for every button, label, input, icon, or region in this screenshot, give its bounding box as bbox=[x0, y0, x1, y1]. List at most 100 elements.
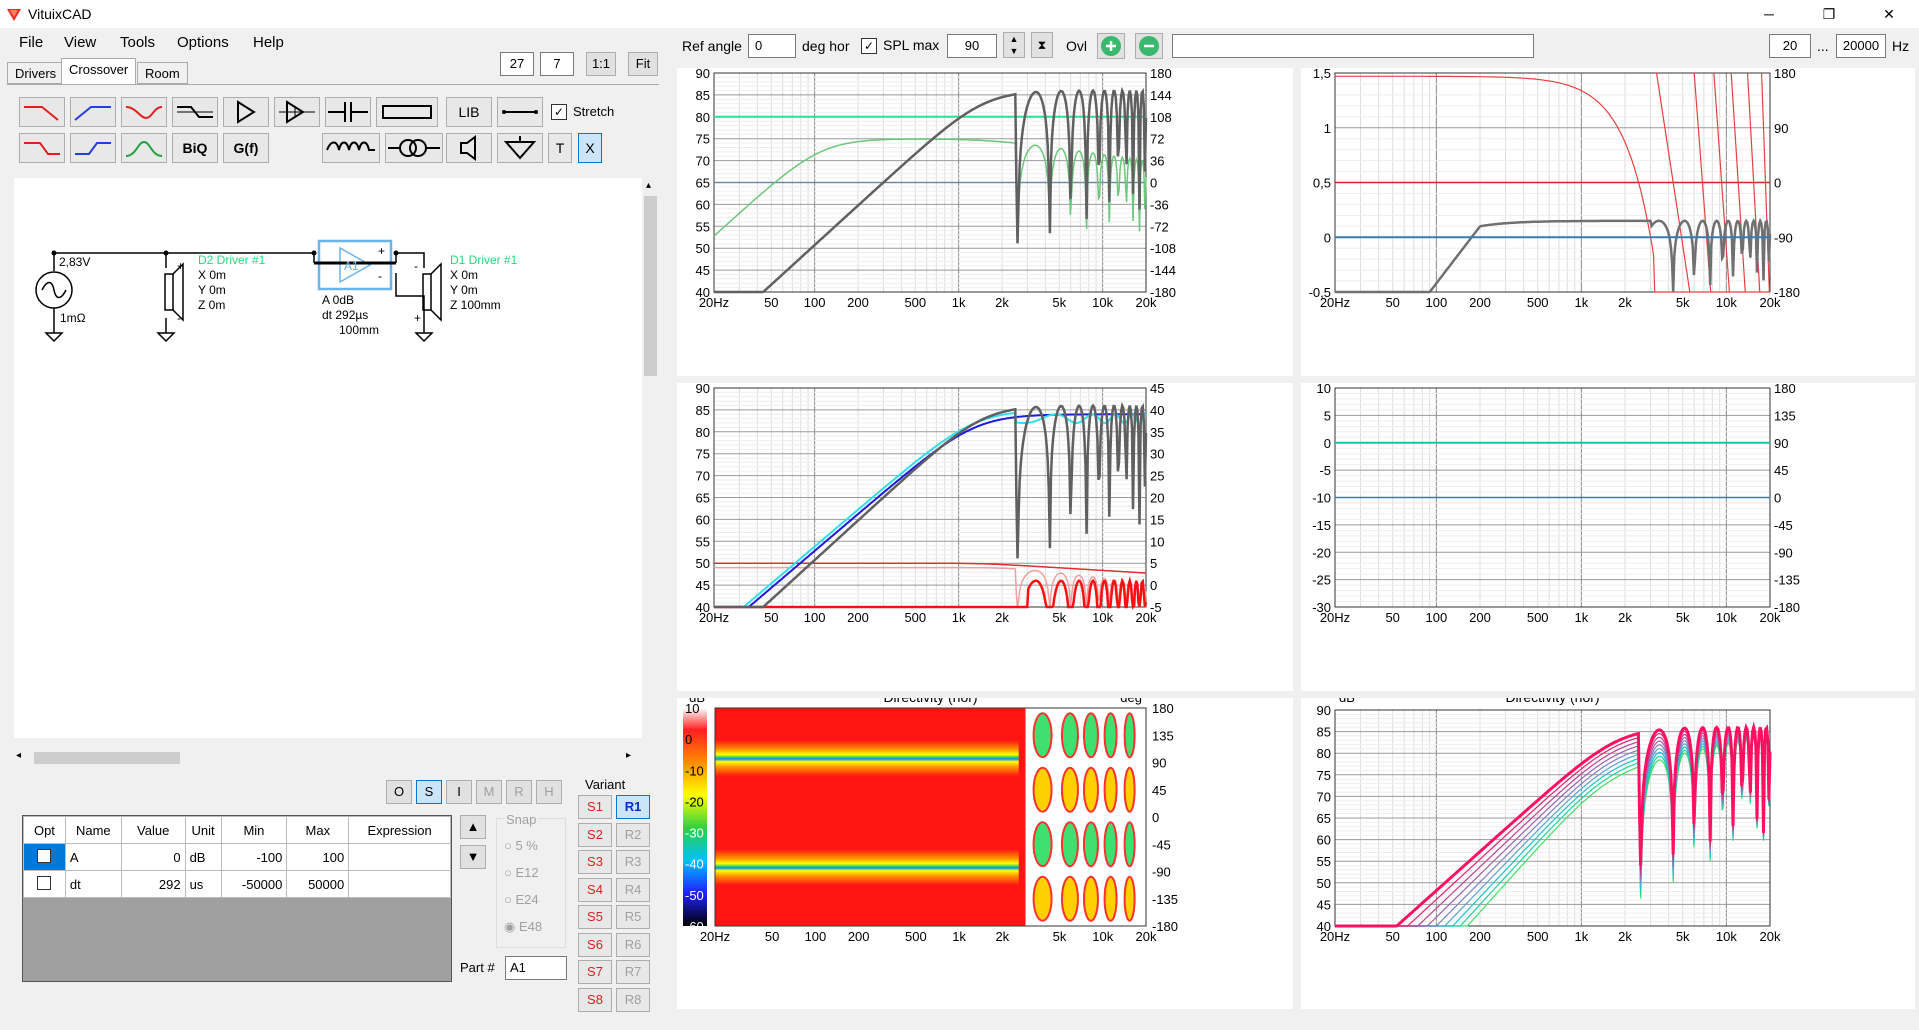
filter-graph[interactable]: FilterdBdeg1050-5-10-15-20-25-3018013590… bbox=[1301, 383, 1915, 691]
param-min[interactable]: -50000 bbox=[220, 870, 288, 898]
scroll-thumb[interactable] bbox=[644, 196, 657, 376]
library-button[interactable]: LIB bbox=[446, 97, 492, 127]
close-button[interactable]: ✕ bbox=[1866, 0, 1912, 28]
bandpass-tool-button[interactable] bbox=[121, 133, 167, 163]
shelf-tool-button[interactable] bbox=[172, 97, 218, 127]
menu-file[interactable]: File bbox=[19, 34, 43, 51]
add-overlay-button[interactable] bbox=[1097, 33, 1125, 59]
param-name[interactable]: A bbox=[64, 843, 122, 871]
part-input[interactable]: A1 bbox=[505, 956, 567, 980]
scroll-up-icon[interactable]: ▴ bbox=[646, 180, 651, 191]
param-max[interactable]: 100 bbox=[286, 843, 350, 871]
lowpass1-tool-button[interactable] bbox=[19, 97, 65, 127]
freq-max-input[interactable]: 20000 bbox=[1836, 34, 1886, 58]
tab-crossover[interactable]: Crossover bbox=[61, 58, 137, 84]
view-r-button[interactable]: R bbox=[506, 780, 532, 804]
view-h-button[interactable]: H bbox=[536, 780, 562, 804]
restore-button[interactable]: ❐ bbox=[1806, 0, 1852, 28]
freq-min-input[interactable]: 20 bbox=[1769, 34, 1811, 58]
directivity-map-graph[interactable]: 100-10-20-30-40-50-60Directivity (hor)dB… bbox=[677, 698, 1293, 1009]
resistor-tool-button[interactable] bbox=[376, 97, 438, 127]
amplifier-tool-button[interactable] bbox=[223, 97, 269, 127]
variant-r2-button[interactable]: R2 bbox=[616, 822, 650, 847]
tab-drivers[interactable]: Drivers bbox=[7, 62, 65, 84]
variant-s1-button[interactable]: S1 bbox=[578, 795, 612, 819]
snap-option-e48[interactable]: ◉ E48 bbox=[504, 919, 542, 935]
table-row[interactable]: dt 292 us -50000 50000 bbox=[23, 870, 451, 898]
biquad-button[interactable]: BiQ bbox=[172, 133, 218, 163]
schematic-canvas[interactable]: + - + - - + 2,83V 1mΩ D2 Driver #1 X 0m … bbox=[14, 178, 642, 738]
menu-options[interactable]: Options bbox=[177, 34, 229, 51]
snap-option-e12[interactable]: ○ E12 bbox=[504, 865, 539, 880]
variant-r8-button[interactable]: R8 bbox=[616, 987, 650, 1012]
scroll-left-icon[interactable]: ◂ bbox=[16, 750, 21, 761]
minimize-button[interactable]: ─ bbox=[1746, 0, 1792, 28]
stretch-checkbox[interactable]: ✓ bbox=[551, 104, 567, 120]
variant-r1-button[interactable]: R1 bbox=[616, 795, 650, 819]
highpass2-tool-button[interactable] bbox=[70, 133, 116, 163]
variant-s8-button[interactable]: S8 bbox=[578, 987, 612, 1012]
spl-fit-icon[interactable]: ⧗ bbox=[1031, 32, 1053, 58]
schematic-horizontal-scrollbar[interactable]: ◂ ▸ bbox=[14, 748, 642, 766]
param-expression[interactable] bbox=[348, 843, 451, 871]
table-row[interactable]: A 0 dB -100 100 bbox=[23, 843, 451, 871]
view-s-button[interactable]: S bbox=[416, 780, 442, 804]
menu-tools[interactable]: Tools bbox=[120, 34, 155, 51]
gf-button[interactable]: G(f) bbox=[223, 133, 269, 163]
remove-overlay-button[interactable] bbox=[1135, 33, 1163, 59]
gd-phase-graph[interactable]: GD & Phasemsdeg1,510,50-0,5180900-90-180… bbox=[1301, 68, 1915, 376]
variant-r7-button[interactable]: R7 bbox=[616, 960, 650, 984]
buffer-tool-button[interactable] bbox=[274, 97, 320, 127]
scroll-thumb[interactable] bbox=[34, 752, 180, 764]
x-tool-button[interactable]: X bbox=[578, 133, 602, 163]
param-value[interactable]: 292 bbox=[120, 870, 186, 898]
directivity-spl-graph[interactable]: Directivity (hor)dB908580757065605550454… bbox=[1301, 698, 1915, 1009]
move-down-button[interactable]: ▼ bbox=[460, 845, 486, 869]
ref-angle-input[interactable]: 0 bbox=[748, 34, 796, 58]
param-name[interactable]: dt bbox=[64, 870, 122, 898]
variant-s4-button[interactable]: S4 bbox=[578, 877, 612, 902]
snap-option-5pct[interactable]: ○ 5 % bbox=[504, 838, 538, 853]
notch-tool-button[interactable] bbox=[121, 97, 167, 127]
schematic-vertical-scrollbar[interactable]: ▴ bbox=[642, 178, 659, 738]
variant-s6-button[interactable]: S6 bbox=[578, 932, 612, 957]
param-min[interactable]: -100 bbox=[220, 843, 288, 871]
opt-checkbox[interactable] bbox=[37, 875, 52, 890]
overlay-input[interactable] bbox=[1172, 34, 1534, 58]
driver1-name[interactable]: D1 Driver #1 bbox=[450, 253, 517, 267]
menu-help[interactable]: Help bbox=[253, 34, 284, 51]
spl-graph[interactable]: SPLdBdeg90858075706560555045401801441087… bbox=[677, 68, 1293, 376]
opt-checkbox[interactable] bbox=[37, 848, 52, 863]
zoom-fit-button[interactable]: Fit bbox=[628, 52, 658, 76]
transformer-tool-button[interactable] bbox=[385, 133, 443, 163]
variant-r6-button[interactable]: R6 bbox=[616, 932, 650, 957]
ground-tool-button[interactable] bbox=[497, 133, 543, 163]
menu-view[interactable]: View bbox=[64, 34, 96, 51]
param-max[interactable]: 50000 bbox=[286, 870, 350, 898]
zoom-1to1-button[interactable]: 1:1 bbox=[586, 52, 616, 76]
param-value[interactable]: 0 bbox=[120, 843, 186, 871]
variant-s2-button[interactable]: S2 bbox=[578, 822, 612, 847]
highpass1-tool-button[interactable] bbox=[70, 97, 116, 127]
text-tool-button[interactable]: T bbox=[548, 133, 572, 163]
zoom-value-2[interactable]: 7 bbox=[540, 52, 574, 76]
snap-option-e24[interactable]: ○ E24 bbox=[504, 892, 539, 907]
wire-tool-button[interactable] bbox=[497, 97, 543, 127]
variant-s5-button[interactable]: S5 bbox=[578, 905, 612, 929]
power-di-graph[interactable]: Power & DIdBdB90858075706560555045404540… bbox=[677, 383, 1293, 691]
param-expression[interactable] bbox=[348, 870, 451, 898]
spl-max-input[interactable]: 90 bbox=[947, 34, 997, 58]
move-up-button[interactable]: ▲ bbox=[460, 815, 486, 839]
driver2-name[interactable]: D2 Driver #1 bbox=[198, 253, 265, 267]
view-i-button[interactable]: I bbox=[446, 780, 472, 804]
driver-tool-button[interactable] bbox=[446, 133, 492, 163]
variant-r5-button[interactable]: R5 bbox=[616, 905, 650, 929]
variant-s3-button[interactable]: S3 bbox=[578, 850, 612, 874]
variant-r4-button[interactable]: R4 bbox=[616, 877, 650, 902]
variant-r3-button[interactable]: R3 bbox=[616, 850, 650, 874]
zoom-value-1[interactable]: 27 bbox=[500, 52, 534, 76]
view-o-button[interactable]: O bbox=[386, 780, 412, 804]
scroll-right-icon[interactable]: ▸ bbox=[626, 750, 631, 761]
capacitor-tool-button[interactable] bbox=[325, 97, 371, 127]
lowpass2-tool-button[interactable] bbox=[19, 133, 65, 163]
